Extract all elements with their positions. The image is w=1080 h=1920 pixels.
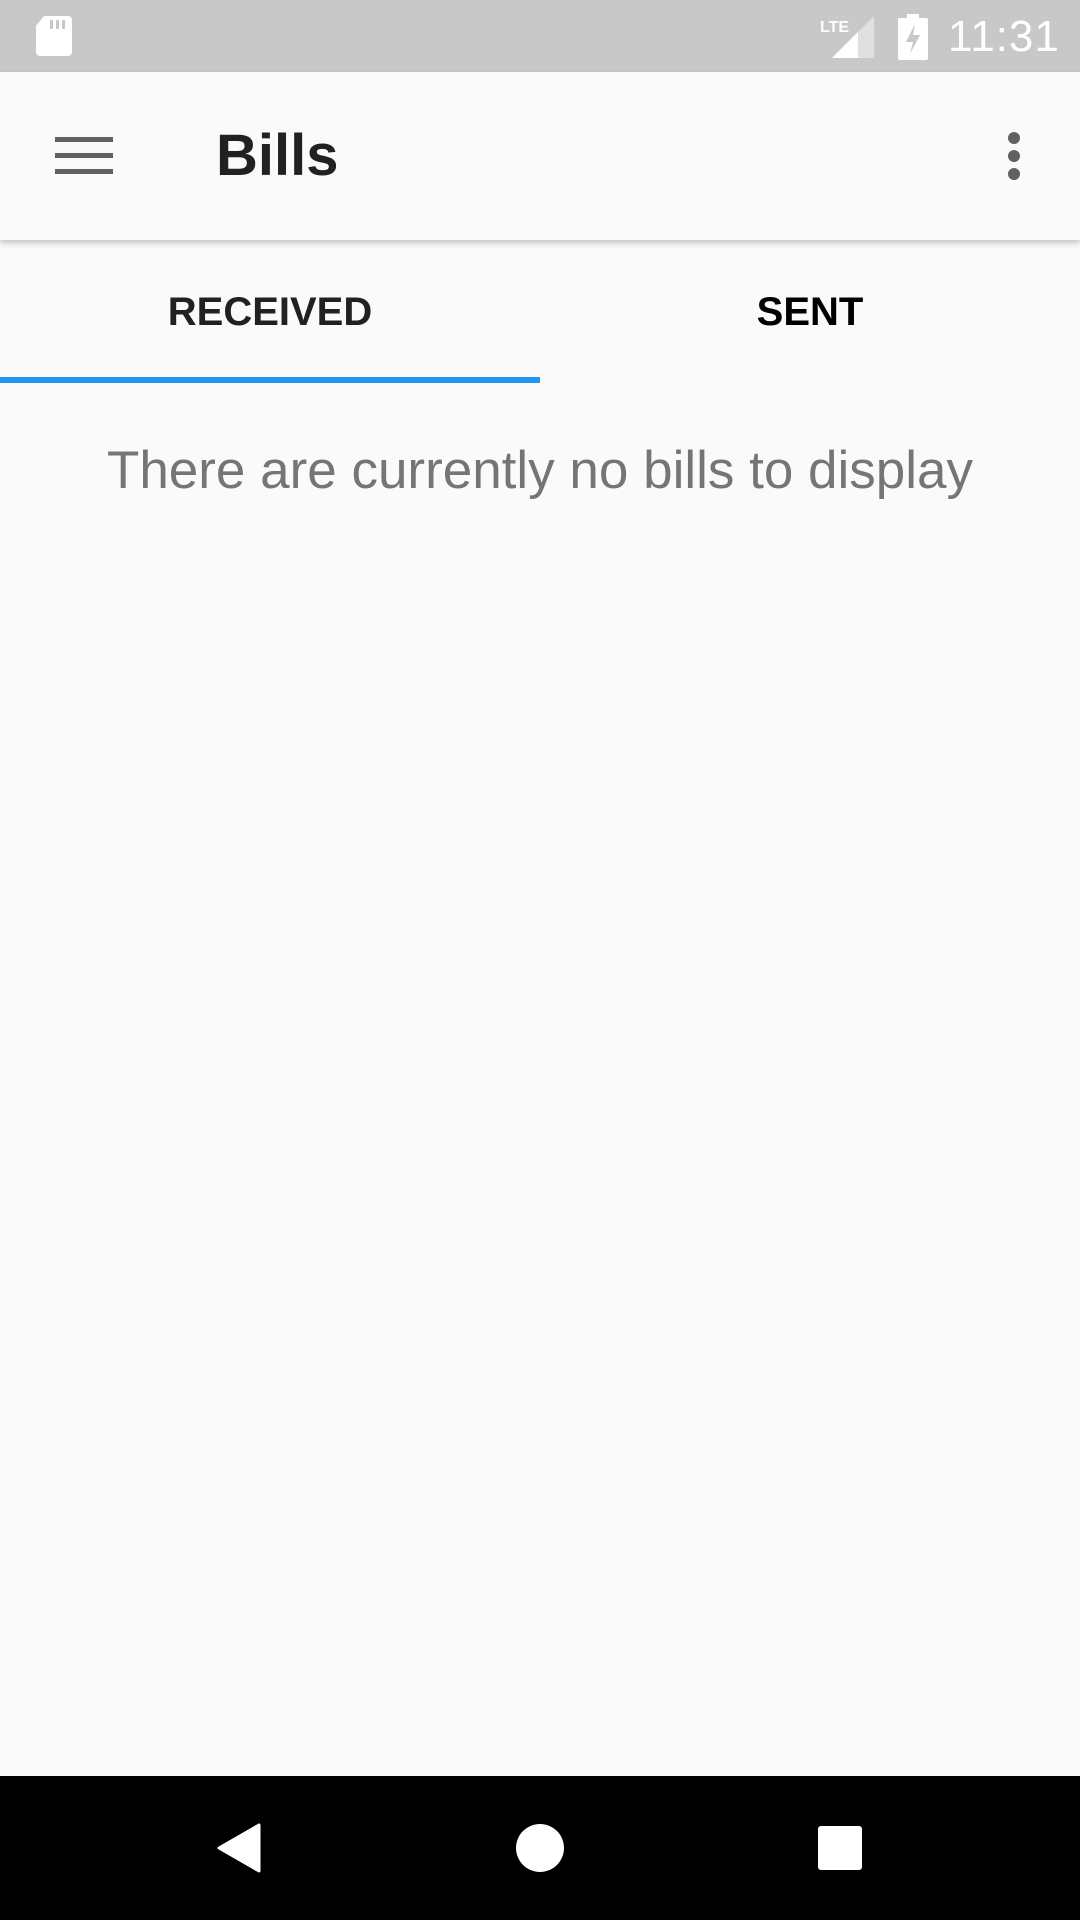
tab-bar: RECEIVED SENT xyxy=(0,240,1080,384)
more-options-button[interactable] xyxy=(984,114,1044,198)
lte-signal-icon: LTE xyxy=(820,16,874,58)
tab-sent[interactable]: SENT xyxy=(540,240,1080,384)
more-vert-icon xyxy=(1008,132,1020,180)
page-title: Bills xyxy=(216,123,339,188)
tab-received[interactable]: RECEIVED xyxy=(0,240,540,384)
status-bar: LTE 11:31 xyxy=(0,0,1080,72)
menu-button[interactable] xyxy=(30,114,138,198)
empty-state-message: There are currently no bills to display xyxy=(106,441,974,500)
home-button[interactable] xyxy=(490,1798,590,1898)
recents-button[interactable] xyxy=(790,1798,890,1898)
back-button[interactable] xyxy=(190,1798,290,1898)
battery-charging-icon xyxy=(898,14,928,60)
sd-card-icon xyxy=(36,16,72,56)
navigation-bar xyxy=(0,1776,1080,1920)
app-bar: Bills xyxy=(0,72,1080,240)
back-icon xyxy=(217,1823,261,1873)
tab-indicator xyxy=(0,377,540,383)
status-time: 11:31 xyxy=(948,12,1060,61)
lte-label: LTE xyxy=(820,19,849,36)
home-icon xyxy=(516,1824,564,1872)
recents-icon xyxy=(818,1826,862,1870)
menu-icon xyxy=(55,137,113,174)
